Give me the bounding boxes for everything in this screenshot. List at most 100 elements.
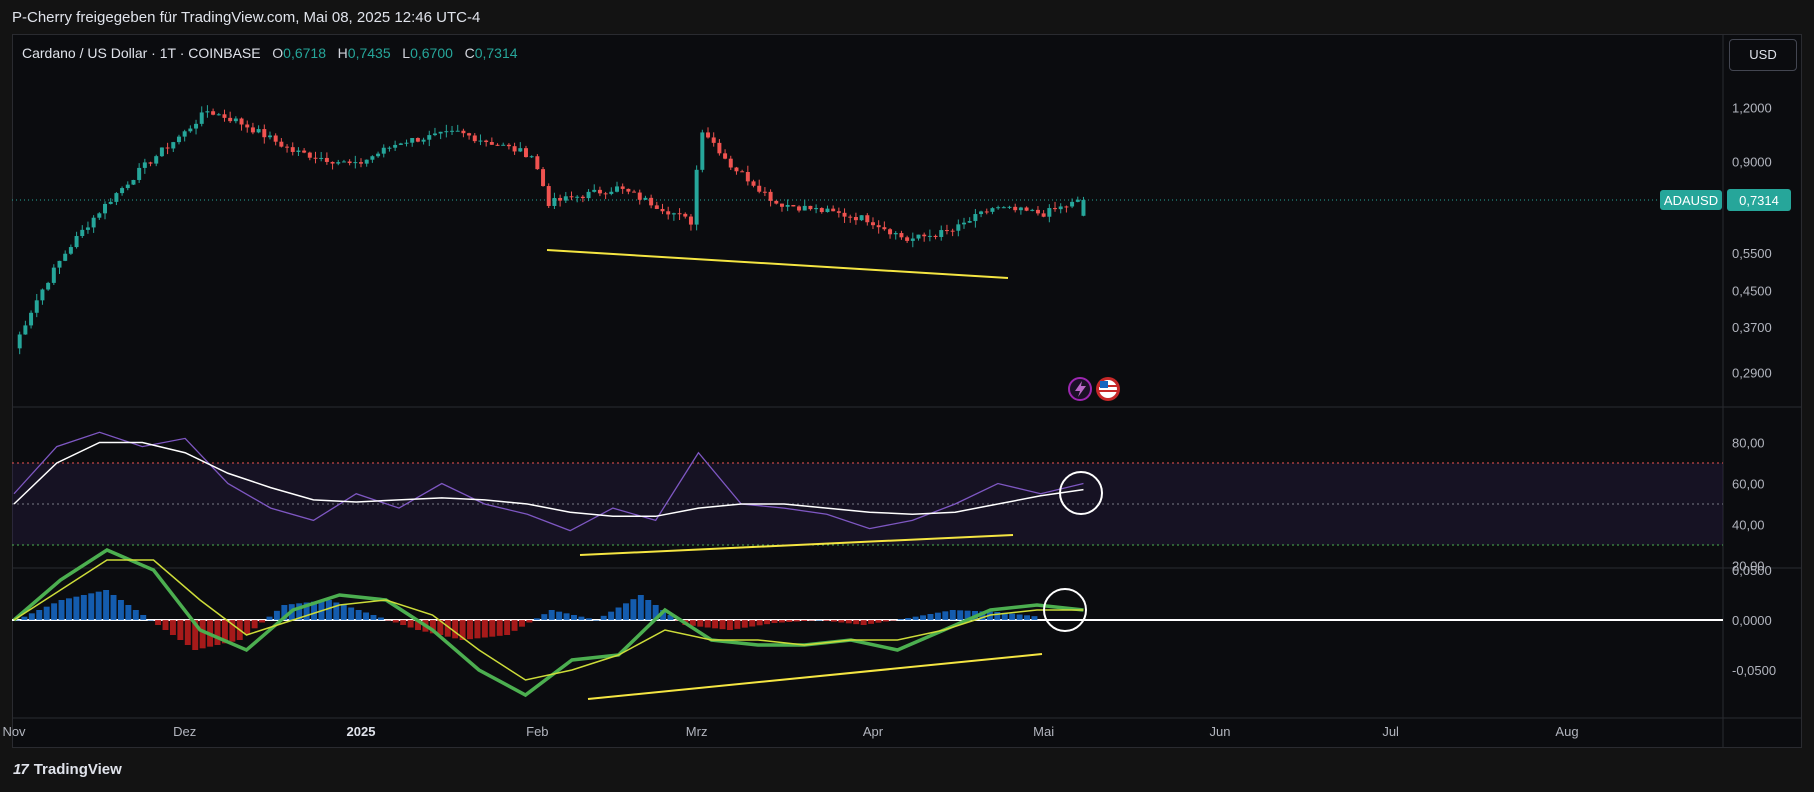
macd-histogram-bar	[890, 620, 897, 621]
candle-body	[643, 197, 648, 200]
candle-body	[791, 204, 796, 207]
macd-histogram-bar	[726, 620, 733, 630]
candle-body	[285, 146, 290, 148]
time-tick-label: Feb	[526, 724, 548, 739]
candle-body	[489, 142, 494, 145]
macd-histogram-bar	[771, 620, 778, 623]
candle-body	[188, 128, 193, 132]
candle-body	[222, 114, 227, 118]
time-axis[interactable]: Nov Dez 2025 Feb Mrz Apr Mai Jun Jul Aug	[2, 724, 1578, 739]
macd-histogram-bar	[407, 620, 414, 628]
macd-histogram-bar	[65, 598, 72, 620]
lightning-icon[interactable]	[1068, 377, 1092, 401]
candle-body	[103, 203, 108, 214]
price-axis[interactable]: 1,2000 0,9000 0,5500 0,4500 0,3700 0,2900 80,0…	[1732, 101, 1776, 678]
candle-body	[848, 216, 853, 218]
high-value: 0,7435	[347, 45, 391, 61]
chart-canvas[interactable]: 1,2000 0,9000 0,5500 0,4500 0,3700 0,2900 80,0…	[0, 0, 1814, 792]
candle-body	[427, 135, 432, 140]
candle-body	[768, 191, 773, 201]
high-label: H	[337, 45, 348, 61]
candle-body	[876, 225, 881, 228]
candle-body	[91, 217, 96, 228]
candle-body	[40, 289, 45, 301]
candle-body	[660, 208, 665, 212]
macd-histogram-bar	[845, 620, 852, 624]
macd-trendline[interactable]	[587, 653, 1043, 700]
candle-body	[398, 143, 403, 145]
candle-body	[296, 150, 301, 152]
candle-body	[899, 233, 904, 238]
candle-body	[558, 197, 563, 201]
candle-body	[888, 229, 893, 235]
macd-series[interactable]	[12, 548, 1084, 698]
candle-body	[506, 144, 511, 147]
candle-body	[501, 144, 506, 146]
macd-histogram-bar	[556, 611, 563, 620]
macd-histogram-bar	[103, 590, 110, 620]
time-tick-label: Jun	[1210, 724, 1231, 739]
candle-body	[421, 139, 426, 142]
candle-body	[85, 227, 90, 230]
candle-body	[836, 211, 841, 213]
macd-histogram-bar	[147, 620, 154, 621]
price-trendline[interactable]	[546, 249, 1009, 279]
candle-body	[927, 235, 932, 237]
candle-body	[979, 211, 984, 215]
macd-histogram-bar	[615, 607, 622, 620]
tradingview-logo[interactable]: 17 TradingView	[13, 761, 122, 778]
symbol-legend[interactable]: Cardano / US Dollar · 1T · COINBASE O0,6…	[22, 45, 518, 61]
candle-body	[461, 130, 466, 134]
candlestick-series[interactable]	[17, 105, 1086, 355]
candle-body	[256, 129, 261, 133]
currency-button[interactable]: USD	[1729, 39, 1797, 71]
candle-body	[387, 147, 392, 149]
candle-body	[1058, 206, 1063, 210]
candle-body	[723, 153, 728, 159]
symbol-title: Cardano / US Dollar · 1T · COINBASE	[22, 45, 261, 61]
candle-body	[467, 133, 472, 136]
macd-histogram-bar	[593, 620, 600, 621]
us-flag-icon[interactable]	[1096, 377, 1120, 401]
candle-body	[250, 127, 255, 133]
candle-body	[541, 169, 546, 187]
candle-body	[1081, 199, 1086, 216]
time-tick-label: 2025	[347, 724, 376, 739]
macd-histogram-bar	[778, 620, 785, 623]
candle-body	[171, 142, 176, 149]
candle-body	[154, 156, 159, 164]
candle-body	[694, 169, 699, 225]
price-tick-label: 1,2000	[1732, 101, 1772, 116]
candle-body	[996, 207, 1001, 209]
candle-body	[990, 208, 995, 212]
candle-body	[666, 211, 671, 215]
macd-histogram-bar	[571, 615, 577, 620]
macd-histogram-bar	[942, 611, 949, 620]
candle-body	[967, 221, 972, 223]
macd-histogram-bar	[920, 615, 927, 620]
candle-body	[626, 188, 631, 192]
macd-histogram-bar	[905, 618, 912, 620]
candle-body	[825, 208, 830, 213]
time-tick-label: Aug	[1555, 724, 1578, 739]
macd-histogram-bar	[994, 612, 1001, 620]
macd-histogram-bar	[28, 613, 35, 620]
candle-body	[17, 334, 22, 349]
candle-body	[808, 205, 813, 210]
candle-body	[68, 247, 73, 254]
macd-histogram-bar	[912, 616, 919, 620]
candle-body	[728, 158, 733, 168]
candle-body	[893, 233, 898, 235]
rsi-tick-label: 60,00	[1732, 477, 1765, 492]
macd-histogram-bar	[400, 620, 407, 625]
macd-histogram-bar	[117, 600, 124, 620]
macd-histogram-bar	[934, 612, 941, 620]
candle-body	[745, 172, 750, 182]
low-label: L	[402, 45, 411, 61]
candle-body	[552, 197, 557, 206]
candle-body	[797, 206, 802, 211]
candle-body	[159, 147, 164, 157]
candle-body	[785, 204, 790, 207]
candle-body	[933, 235, 938, 238]
time-tick-label: Mrz	[686, 724, 708, 739]
